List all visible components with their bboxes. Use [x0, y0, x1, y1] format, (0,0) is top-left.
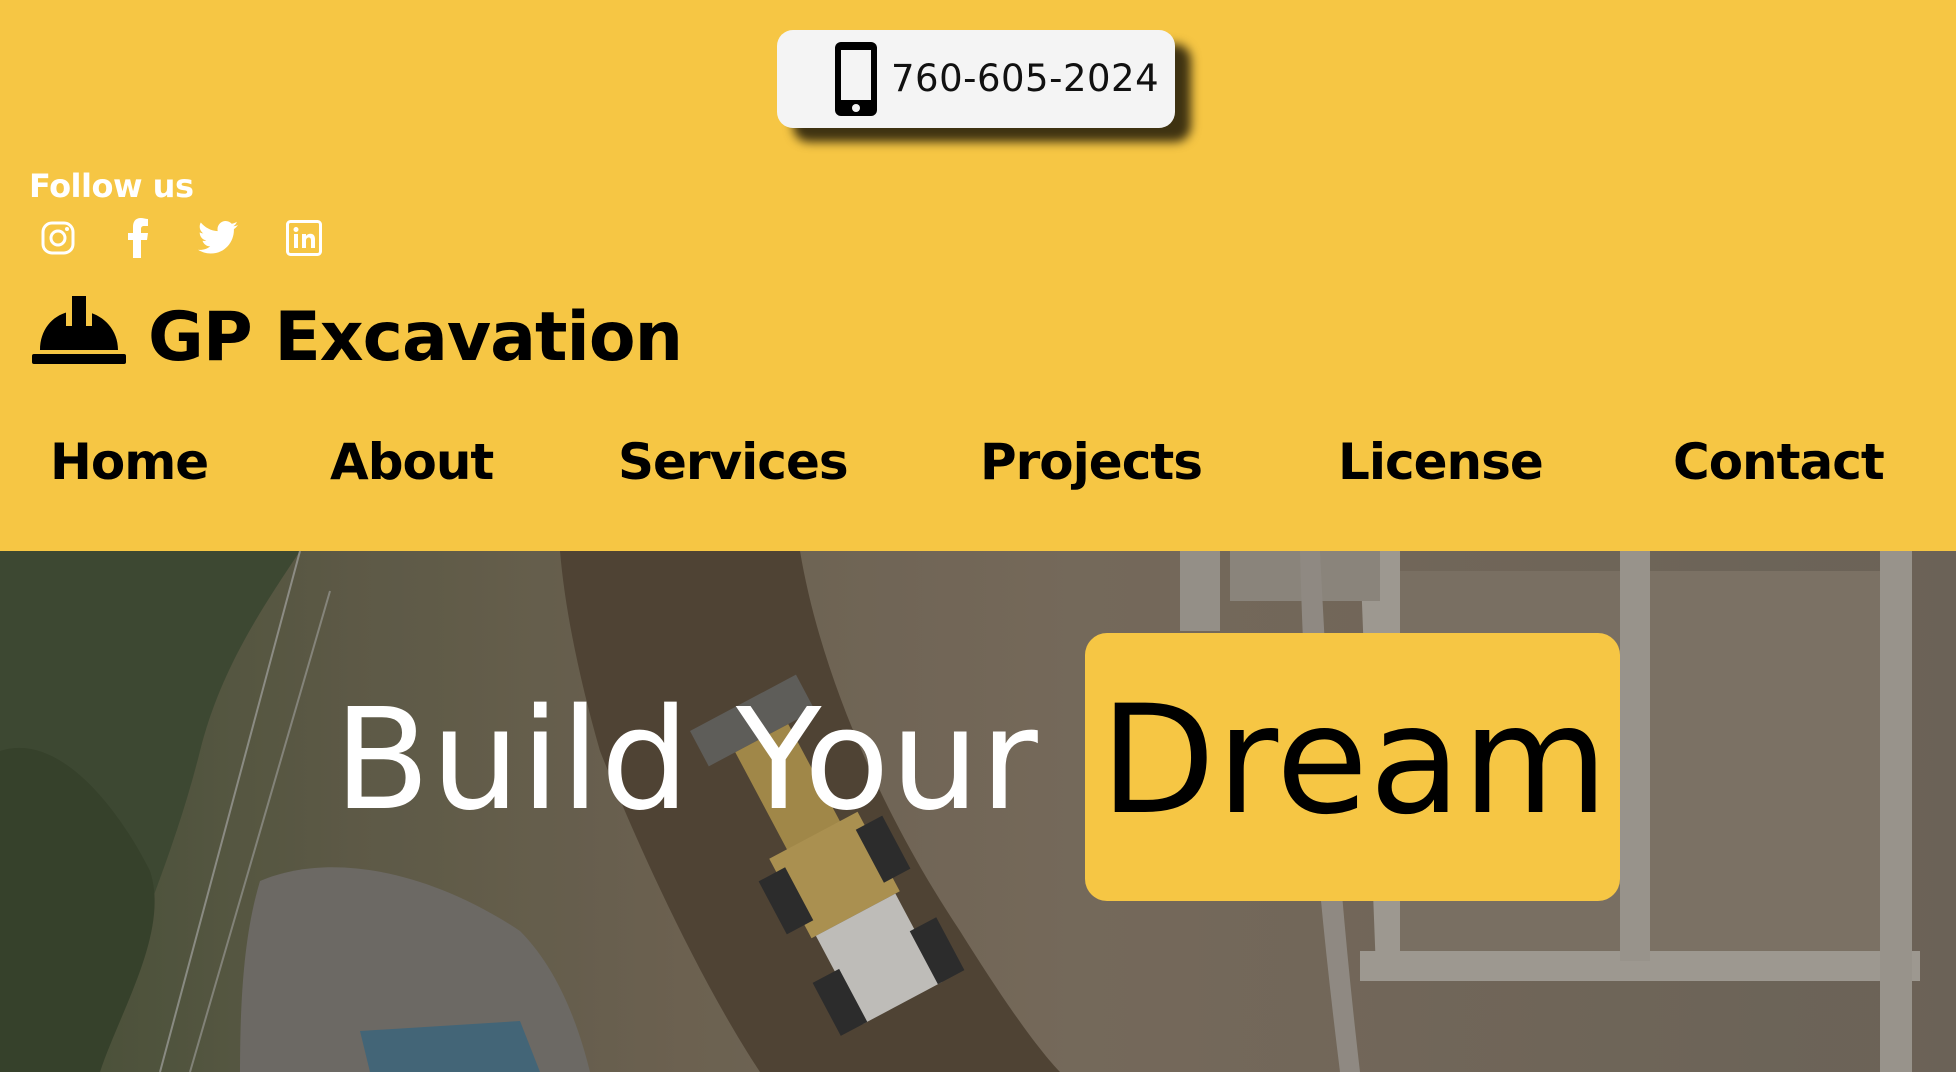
linkedin-icon[interactable] [282, 216, 326, 260]
follow-us-label: Follow us [29, 167, 194, 205]
nav-contact[interactable]: Contact [1673, 430, 1885, 494]
hard-hat-icon [32, 296, 126, 364]
instagram-icon[interactable] [36, 216, 80, 260]
twitter-icon[interactable] [196, 216, 240, 260]
hero-highlight-word: Dream [1100, 674, 1610, 848]
hero-section: Build Your Dream [0, 551, 1956, 1072]
nav-home[interactable]: Home [50, 430, 209, 494]
nav-about[interactable]: About [330, 430, 494, 494]
phone-icon [835, 42, 877, 116]
site-header: 760-605-2024 Follow us GP Excavation Hom… [0, 0, 1956, 551]
page: 760-605-2024 Follow us GP Excavation Hom… [0, 0, 1956, 1072]
hero-headline: Build Your [334, 679, 1039, 842]
facebook-icon[interactable] [116, 216, 160, 260]
brand-name: GP Excavation [148, 298, 683, 377]
nav-projects[interactable]: Projects [980, 430, 1203, 494]
phone-button[interactable]: 760-605-2024 [777, 30, 1175, 128]
nav-services[interactable]: Services [618, 430, 849, 494]
phone-number: 760-605-2024 [891, 57, 1160, 100]
nav-license[interactable]: License [1338, 430, 1544, 494]
